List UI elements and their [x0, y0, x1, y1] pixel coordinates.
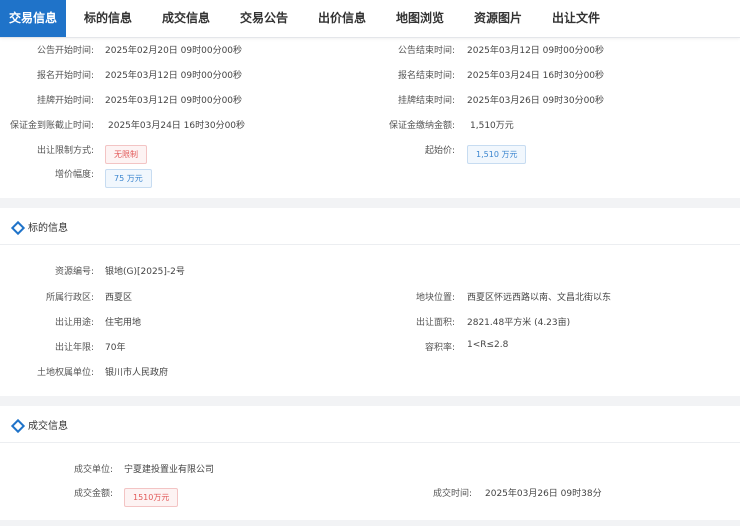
area-value: 2821.48平方米 (4.23亩) — [467, 318, 571, 328]
listing-start-value: 2025年03月12日 09时00分00秒 — [105, 96, 243, 106]
increment-value-wrap: 75 万元 — [105, 166, 152, 188]
restriction-label: 出让限制方式: — [36, 146, 94, 156]
deal-amount-label: 成交金额: — [73, 489, 113, 499]
usage-label: 出让用途: — [54, 318, 94, 328]
signup-start-value: 2025年03月12日 09时00分00秒 — [105, 71, 243, 81]
area-label: 出让面积: — [415, 318, 455, 328]
increment-badge: 75 万元 — [105, 169, 152, 188]
announce-end-value: 2025年03月12日 09时00分00秒 — [467, 46, 605, 56]
deal-info-card: 成交信息 成交单位: 宁夏建投置业有限公司 成交金额: 1510万元 成交时间:… — [0, 406, 740, 520]
tab-subject-info[interactable]: 标的信息 — [72, 0, 144, 37]
announce-end-label: 公告结束时间: — [397, 46, 455, 56]
resource-code-value: 银地(G)[2025]-2号 — [105, 267, 185, 277]
announce-start-value: 2025年02月20日 09时00分00秒 — [105, 46, 243, 56]
usage-value: 住宅用地 — [105, 318, 142, 328]
listing-end-value: 2025年03月26日 09时30分00秒 — [467, 96, 605, 106]
resource-code-label: 资源编号: — [54, 267, 94, 277]
deposit-amount-value: 1,510万元 — [470, 121, 514, 131]
start-price-badge: 1,510 万元 — [467, 145, 527, 164]
deposit-deadline-label: 保证金到账截止时间: — [9, 121, 94, 131]
tab-map-view[interactable]: 地图浏览 — [384, 0, 456, 37]
subject-section-header: 标的信息 — [0, 208, 740, 245]
subject-section-title: 标的信息 — [28, 223, 68, 234]
deal-section-title: 成交信息 — [28, 421, 68, 432]
deal-section-header: 成交信息 — [0, 406, 740, 443]
tab-announcement[interactable]: 交易公告 — [228, 0, 300, 37]
owner-value: 银川市人民政府 — [105, 368, 169, 378]
increment-label: 增价幅度: — [54, 170, 94, 180]
signup-end-value: 2025年03月24日 16时30分00秒 — [467, 71, 605, 81]
years-value: 70年 — [105, 343, 126, 353]
far-value: 1<R≤2.8 — [467, 340, 509, 350]
listing-end-label: 挂牌结束时间: — [397, 96, 455, 106]
district-label: 所属行政区: — [45, 293, 94, 303]
deal-unit-label: 成交单位: — [73, 465, 113, 475]
deposit-deadline-value: 2025年03月24日 16时30分00秒 — [108, 121, 246, 131]
start-price-value-wrap: 1,510 万元 — [467, 142, 527, 164]
signup-end-label: 报名结束时间: — [397, 71, 455, 81]
start-price-label: 起始价: — [424, 146, 455, 156]
tab-bar: 交易信息 标的信息 成交信息 交易公告 出价信息 地图浏览 资源图片 出让文件 — [0, 0, 740, 38]
subject-info-card: 标的信息 资源编号: 银地(G)[2025]-2号 所属行政区: 西夏区 地块位… — [0, 208, 740, 396]
signup-start-label: 报名开始时间: — [36, 71, 94, 81]
deal-amount-badge: 1510万元 — [124, 488, 179, 507]
restriction-badge: 无限制 — [105, 145, 147, 164]
far-label: 容积率: — [424, 343, 455, 353]
trade-info-card: 公告开始时间: 2025年02月20日 09时00分00秒 公告结束时间: 20… — [0, 37, 740, 198]
diamond-icon — [10, 220, 26, 236]
tab-resource-images[interactable]: 资源图片 — [462, 0, 534, 37]
owner-label: 土地权属单位: — [36, 368, 94, 378]
diamond-icon — [10, 418, 26, 434]
tab-bid-info[interactable]: 出价信息 — [306, 0, 378, 37]
listing-start-label: 挂牌开始时间: — [36, 96, 94, 106]
deal-time-value: 2025年03月26日 09时38分 — [485, 489, 602, 499]
deal-amount-wrap: 1510万元 — [124, 485, 179, 507]
district-value: 西夏区 — [105, 293, 133, 303]
announce-start-label: 公告开始时间: — [36, 46, 94, 56]
location-label: 地块位置: — [415, 293, 455, 303]
location-value: 西夏区怀远西路以南、文昌北街以东 — [467, 293, 612, 303]
tab-transfer-files[interactable]: 出让文件 — [540, 0, 612, 37]
tab-trade-info[interactable]: 交易信息 — [0, 0, 66, 37]
deal-time-label: 成交时间: — [432, 489, 472, 499]
restriction-value-wrap: 无限制 — [105, 142, 147, 164]
tab-deal-info[interactable]: 成交信息 — [150, 0, 222, 37]
deal-unit-value: 宁夏建投置业有限公司 — [124, 465, 215, 475]
deposit-amount-label: 保证金缴纳金额: — [388, 121, 455, 131]
years-label: 出让年限: — [54, 343, 94, 353]
